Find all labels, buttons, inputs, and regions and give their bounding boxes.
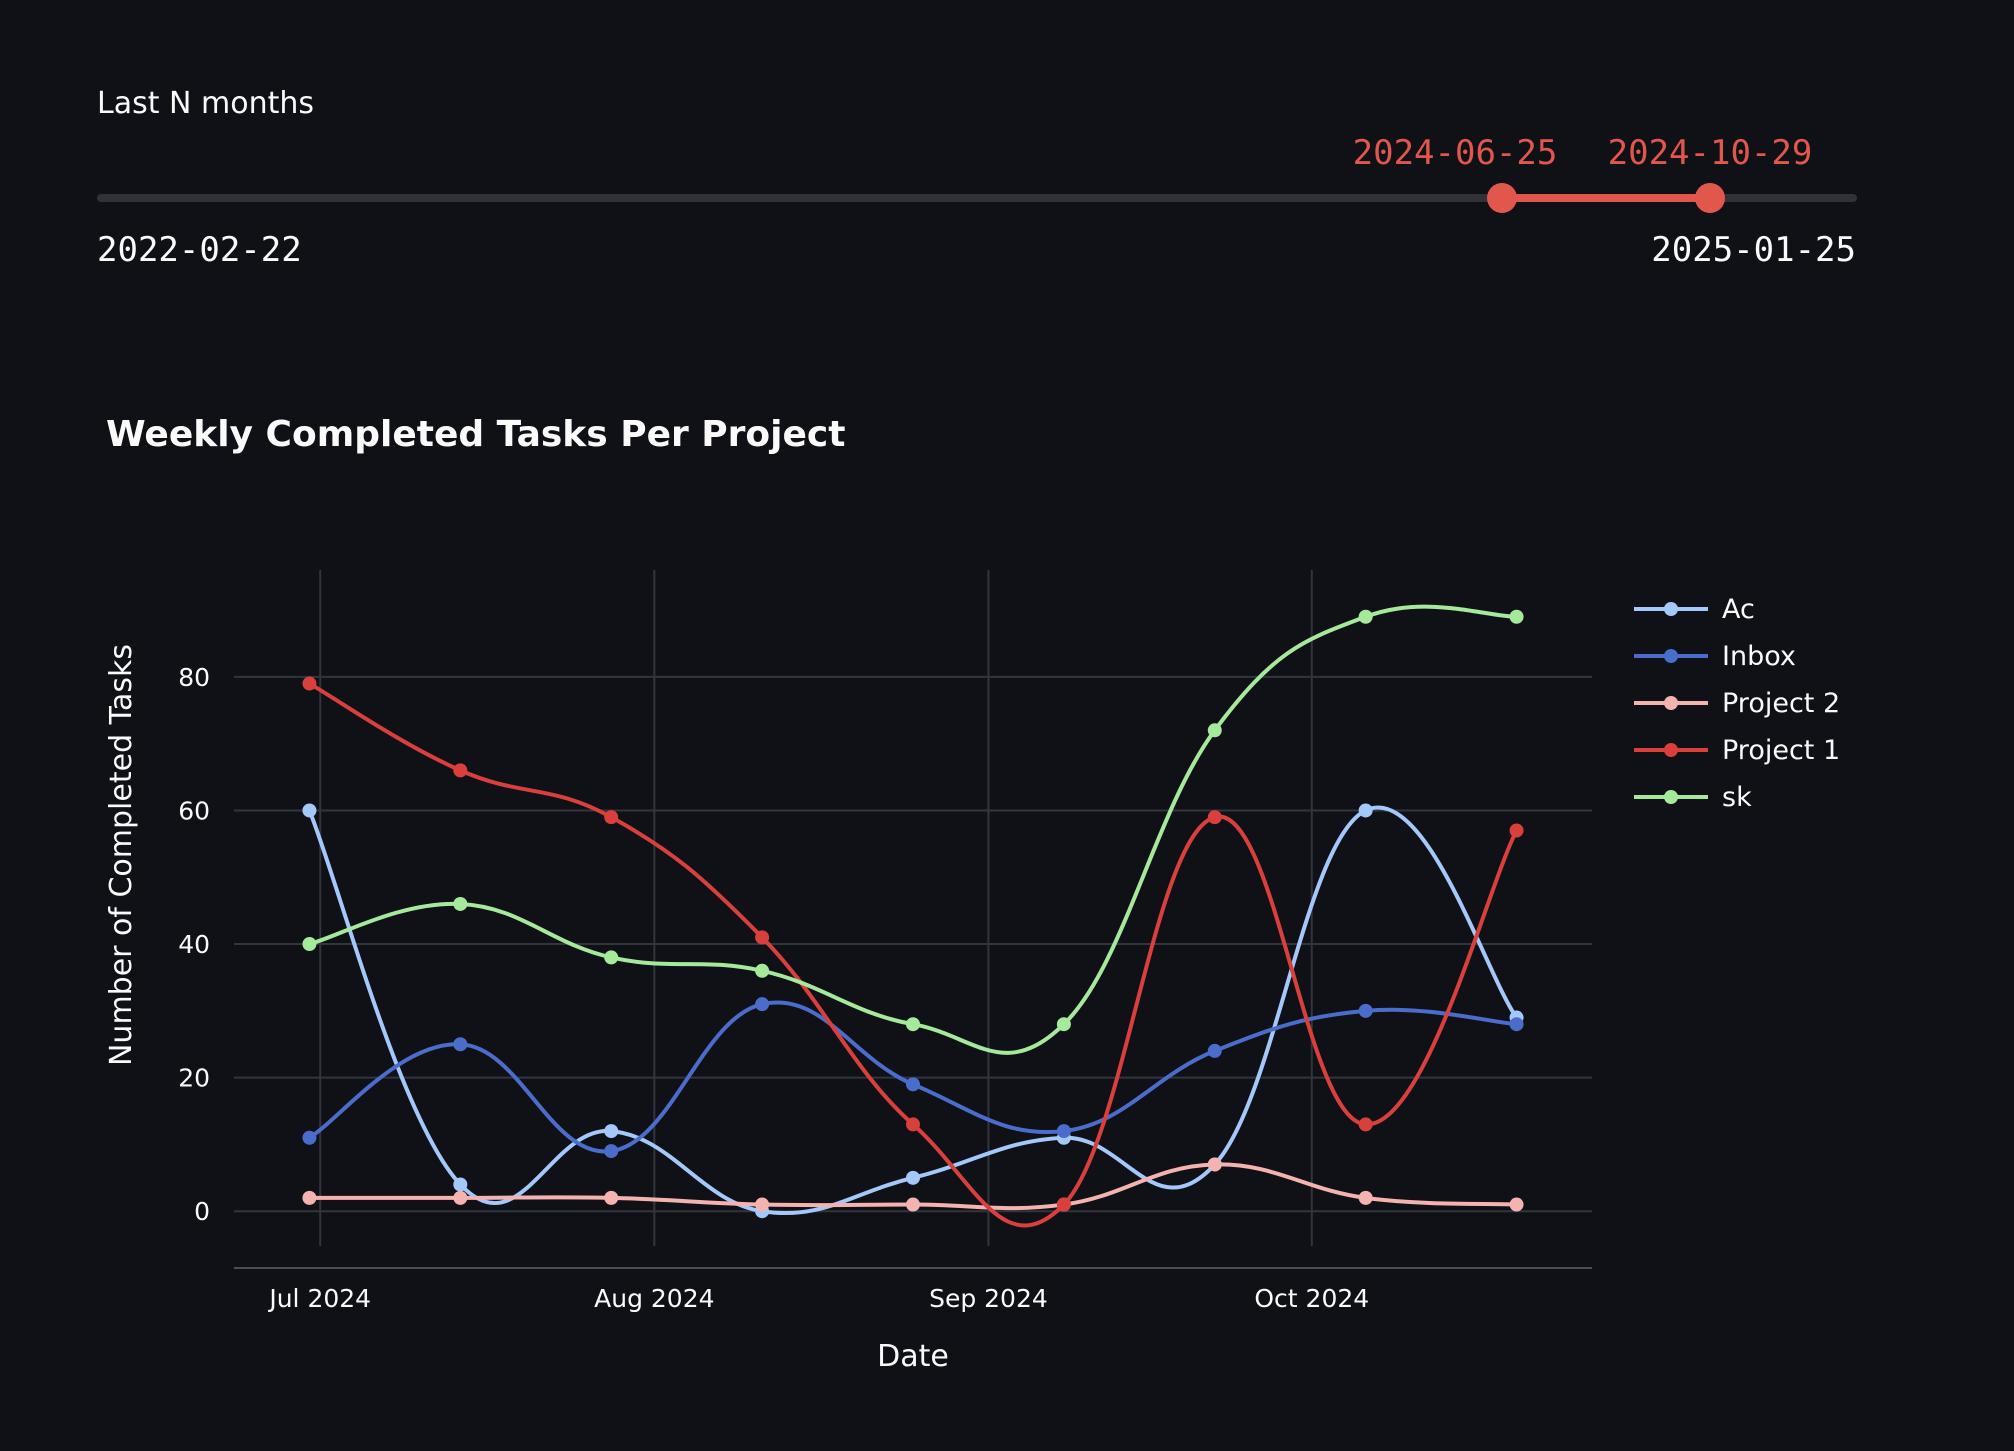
x-tick-label: Aug 2024 <box>594 1284 714 1313</box>
data-point <box>302 1190 317 1205</box>
data-point <box>755 997 770 1012</box>
data-point <box>453 763 468 778</box>
data-point <box>1207 810 1222 825</box>
data-point <box>755 1197 770 1212</box>
legend: Ac Inbox Project 2 Project 1 sk <box>1634 594 1840 813</box>
legend-marker <box>1664 790 1678 804</box>
data-point <box>302 937 317 952</box>
data-point <box>906 1017 920 1032</box>
data-point <box>1358 1190 1373 1205</box>
series-line-project-1 <box>308 681 1519 1228</box>
data-point <box>1358 803 1373 818</box>
data-point <box>302 676 317 691</box>
y-axis-label: Number of Completed Tasks <box>104 644 139 1066</box>
series-line-ac <box>307 805 1519 1216</box>
data-point <box>302 1130 317 1145</box>
series-project-1 <box>302 676 1524 1228</box>
legend-label: Ac <box>1722 594 1755 625</box>
legend-label: Inbox <box>1722 641 1796 672</box>
data-point <box>453 896 468 911</box>
y-tick-label: 60 <box>178 796 210 825</box>
legend-marker <box>1664 649 1678 663</box>
data-point <box>604 950 619 965</box>
chart-title: Weekly Completed Tasks Per Project <box>106 414 845 455</box>
data-point <box>1056 1017 1071 1032</box>
data-point <box>604 810 619 825</box>
x-tick-label: Sep 2024 <box>929 1284 1048 1313</box>
data-point <box>1509 823 1524 838</box>
data-point <box>1509 1017 1524 1032</box>
data-point <box>906 1170 920 1185</box>
legend-marker <box>1664 602 1678 616</box>
line-chart: Weekly Completed Tasks Per Project 0 20 40 6… <box>104 414 1840 1374</box>
data-point <box>604 1190 619 1205</box>
data-point <box>302 803 317 818</box>
x-tick-label: Jul 2024 <box>267 1284 371 1313</box>
y-tick-label: 40 <box>178 930 210 959</box>
y-tick-label: 20 <box>178 1064 210 1093</box>
data-point <box>755 930 770 945</box>
data-point <box>604 1124 619 1139</box>
series-sk <box>302 604 1524 1055</box>
data-point <box>1207 1157 1222 1172</box>
data-point <box>1358 609 1373 624</box>
data-point <box>1358 1117 1373 1132</box>
series-ac <box>302 803 1524 1219</box>
y-tick-label: 0 <box>194 1197 210 1226</box>
data-point <box>755 963 770 978</box>
data-point <box>453 1190 468 1205</box>
legend-label: Project 2 <box>1722 688 1840 719</box>
data-point <box>1358 1003 1373 1018</box>
x-axis-label: Date <box>877 1339 949 1374</box>
x-tick-label: Oct 2024 <box>1254 1284 1369 1313</box>
legend-marker <box>1664 696 1678 710</box>
data-point <box>1056 1197 1071 1212</box>
legend-marker <box>1664 743 1678 757</box>
data-point <box>453 1177 468 1192</box>
data-point <box>906 1077 920 1092</box>
data-point <box>1207 723 1222 738</box>
data-point <box>1509 609 1524 624</box>
data-point <box>1509 1197 1524 1212</box>
data-point <box>906 1197 920 1212</box>
data-point <box>1207 1043 1222 1058</box>
data-point <box>906 1117 920 1132</box>
data-point <box>1056 1124 1071 1139</box>
data-point <box>453 1037 468 1052</box>
data-point <box>604 1144 619 1159</box>
legend-label: sk <box>1722 782 1752 813</box>
series-line-sk <box>308 604 1517 1055</box>
legend-label: Project 1 <box>1722 735 1840 766</box>
y-tick-label: 80 <box>178 663 210 692</box>
